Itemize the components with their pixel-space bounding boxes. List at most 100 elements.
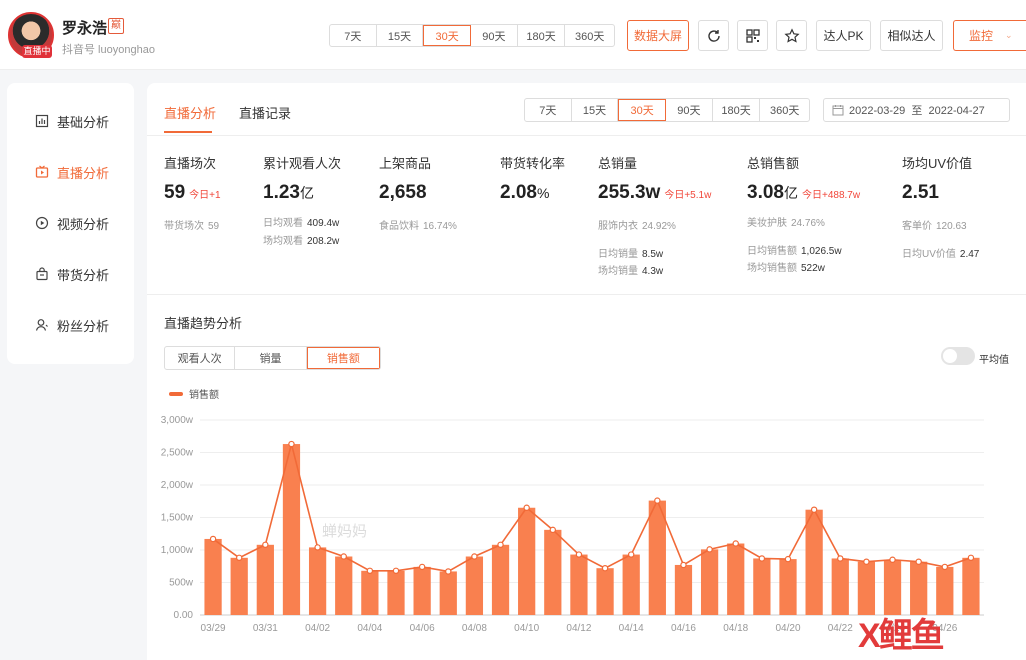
sub-label: 日均UV价值	[902, 249, 956, 260]
chart-point	[706, 546, 713, 553]
header-period-15d[interactable]: 15天	[377, 25, 424, 46]
monitor-button[interactable]: 监控 ⌄	[953, 20, 1026, 51]
chart-bar	[857, 561, 876, 615]
date-range-text: 2022-03-29 至 2022-04-27	[849, 105, 985, 117]
metric-delta: 今日+1	[189, 190, 221, 201]
x-tick-label: 04/14	[619, 623, 644, 634]
sidebar-item-label: 直播分析	[57, 165, 110, 181]
sub-value: 16.74%	[423, 221, 457, 232]
monitor-label: 监控	[969, 29, 994, 43]
chart-bar	[805, 509, 823, 615]
main-period-15d[interactable]: 15天	[572, 99, 619, 121]
legend-label: 销售额	[189, 390, 219, 401]
chart-point	[235, 554, 243, 561]
sidebar-item-label: 视频分析	[57, 216, 110, 232]
x-tick-label: 04/06	[410, 623, 435, 634]
sidebar-item-live[interactable]: 直播分析	[7, 157, 134, 187]
x-tick-label: 04/12	[566, 623, 591, 634]
chart-tab-views[interactable]: 观看人次	[165, 347, 236, 369]
chart-bar	[361, 570, 379, 615]
chart-bar	[335, 556, 353, 615]
chart-point	[314, 544, 321, 551]
chart-watermark: 蝉妈妈	[322, 523, 367, 540]
chart-bar	[622, 554, 640, 615]
date-range-picker[interactable]: 2022-03-29 至 2022-04-27	[823, 98, 1010, 122]
x-tick-label: 04/16	[671, 623, 696, 634]
main-period-180d[interactable]: 180天	[713, 99, 761, 121]
refresh-button[interactable]	[698, 20, 729, 51]
x-tick-label: 04/02	[305, 623, 330, 634]
main-period-360d[interactable]: 360天	[760, 99, 809, 121]
tab-live-records[interactable]: 直播记录	[239, 103, 291, 122]
qrcode-icon	[745, 28, 760, 43]
douyin-id: 抖音号 luoyonghao	[62, 44, 155, 56]
main-period-selector: 7天 15天 30天 90天 180天 360天	[524, 98, 810, 122]
chart-point	[654, 497, 661, 504]
sidebar-item-fans[interactable]: 粉丝分析	[7, 310, 134, 340]
big-screen-button[interactable]: 数据大屏	[627, 20, 689, 51]
sub-value: 208.2w	[307, 236, 340, 247]
chart-point	[392, 567, 400, 574]
sub-value: 2.47	[959, 249, 980, 260]
header-period-180d[interactable]: 180天	[518, 25, 566, 46]
chart-bar	[779, 559, 797, 615]
y-tick-label: 500w	[169, 578, 194, 589]
top-header: 直播中 罗永浩 巅 抖音号 luoyonghao 7天 15天 30天 90天 …	[0, 0, 1026, 70]
sub-value: 120.63	[936, 221, 967, 232]
header-period-90d[interactable]: 90天	[471, 25, 518, 46]
tab-live-analysis[interactable]: 直播分析	[164, 103, 216, 122]
sub-label: 日均销售额	[747, 246, 797, 257]
refresh-icon	[707, 29, 720, 42]
sub-label: 服饰内衣	[598, 221, 638, 232]
favorite-button[interactable]	[776, 20, 807, 51]
calendar-icon	[832, 105, 844, 116]
chart-point	[680, 561, 687, 569]
corner-watermark-text: X鲤鱼	[858, 617, 945, 655]
chart-bar	[544, 529, 562, 615]
sub-value: 1,026.5w	[801, 246, 842, 257]
chart-legend[interactable]: 销售额	[169, 386, 219, 401]
metric-value: 59	[164, 182, 186, 203]
similar-button[interactable]: 相似达人	[880, 20, 943, 51]
header-period-30d[interactable]: 30天	[423, 25, 472, 46]
chart-point	[601, 564, 609, 572]
chart-bar	[518, 507, 536, 615]
average-toggle-label: 平均值	[979, 355, 1009, 366]
chart-point	[967, 554, 975, 561]
chart-tab-revenue[interactable]: 销售额	[306, 347, 380, 369]
x-tick-label: 04/18	[723, 623, 748, 634]
average-toggle[interactable]	[941, 347, 975, 365]
sub-label: 场均观看	[263, 236, 303, 247]
live-icon	[35, 165, 49, 178]
chart-bar	[596, 568, 614, 615]
chart-bar	[204, 538, 222, 615]
chart-point	[497, 541, 504, 548]
chart-point	[523, 504, 530, 511]
sidebar-item-goods[interactable]: 带货分析	[7, 259, 134, 289]
chart-bar	[256, 544, 274, 615]
chart-point	[889, 556, 896, 563]
sub-label: 带货场次	[164, 221, 204, 232]
sub-value: 24.92%	[642, 221, 676, 232]
header-period-7d[interactable]: 7天	[330, 25, 377, 46]
metric-value: 1.23	[263, 182, 300, 203]
chart-point	[810, 506, 818, 513]
y-tick-label: 0.00	[174, 610, 194, 621]
pk-button[interactable]: 达人PK	[816, 20, 871, 51]
chart-bar	[910, 561, 928, 615]
metrics-divider	[147, 294, 1026, 295]
qrcode-button[interactable]	[737, 20, 768, 51]
metric-listed-products: 上架商品 2,658 食品饮料 16.74%	[379, 153, 457, 232]
sub-label: 美妆护肤	[747, 218, 787, 229]
header-period-360d[interactable]: 360天	[565, 25, 614, 46]
sidebar-item-basic[interactable]: 基础分析	[7, 106, 134, 136]
sidebar: 基础分析 直播分析 视频分析 带货分析 粉丝分析	[7, 83, 134, 364]
main-period-30d[interactable]: 30天	[618, 99, 667, 121]
main-period-7d[interactable]: 7天	[525, 99, 572, 121]
chart-tab-volume[interactable]: 销量	[235, 347, 307, 369]
sidebar-item-label: 基础分析	[57, 114, 110, 130]
x-tick-label: 04/04	[357, 623, 382, 634]
chart-bar	[727, 543, 745, 615]
main-period-90d[interactable]: 90天	[666, 99, 713, 121]
sidebar-item-video[interactable]: 视频分析	[7, 208, 134, 238]
